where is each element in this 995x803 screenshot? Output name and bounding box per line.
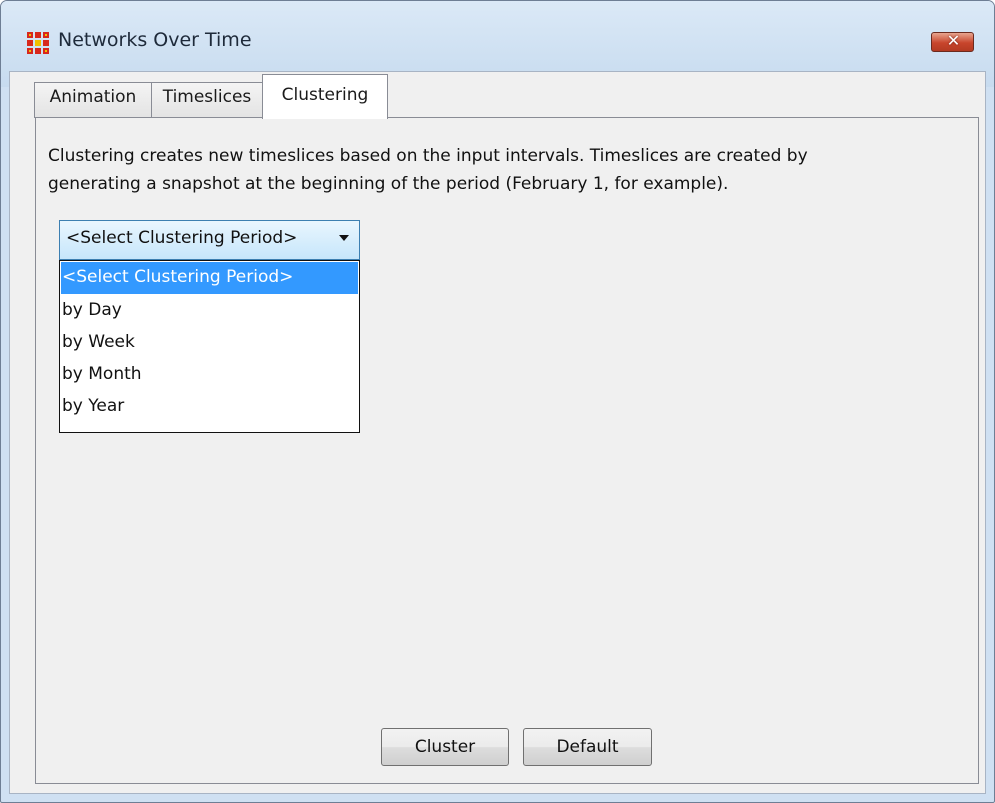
tab-animation[interactable]: Animation	[34, 82, 152, 118]
clustering-period-select[interactable]: <Select Clustering Period>	[59, 220, 360, 260]
dropdown-option-by-week[interactable]: by Week	[60, 327, 359, 359]
clustering-panel: Clustering creates new timeslices based …	[35, 117, 979, 784]
clustering-period-dropdown-list: <Select Clustering Period> by Day by Wee…	[59, 260, 360, 433]
window-client-area: Animation Timeslices Clustering Clusteri…	[9, 71, 986, 794]
close-button[interactable]: ✕	[931, 31, 974, 52]
network-grid-icon	[27, 32, 49, 54]
description-line: generating a snapshot at the beginning o…	[48, 174, 729, 194]
dropdown-option-by-day[interactable]: by Day	[60, 295, 359, 327]
description-line: Clustering creates new timeslices based …	[48, 146, 808, 166]
dropdown-option-select-period[interactable]: <Select Clustering Period>	[61, 262, 358, 294]
close-x-icon: ✕	[946, 31, 961, 50]
default-button[interactable]: Default	[523, 728, 652, 766]
dropdown-option-by-month[interactable]: by Month	[60, 359, 359, 391]
select-value: <Select Clustering Period>	[66, 228, 298, 248]
clustering-description: Clustering creates new timeslices based …	[48, 142, 958, 198]
dropdown-option-by-year[interactable]: by Year	[60, 391, 359, 423]
tab-timeslices[interactable]: Timeslices	[151, 82, 263, 118]
networks-over-time-window: Networks Over Time ✕ Animation Timeslice…	[0, 0, 995, 803]
window-title: Networks Over Time	[58, 29, 252, 51]
cluster-button[interactable]: Cluster	[381, 728, 509, 766]
tab-clustering[interactable]: Clustering	[262, 74, 388, 119]
